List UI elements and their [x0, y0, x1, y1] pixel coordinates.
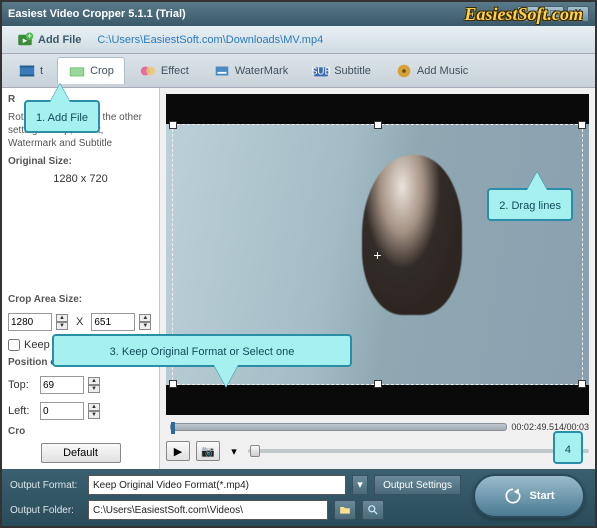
crop-top-input[interactable] — [40, 376, 84, 394]
callout-drag-lines: 2. Drag lines — [487, 188, 573, 221]
svg-text:+: + — [27, 31, 32, 40]
crosshair-icon: + — [372, 249, 384, 261]
timeline-bar[interactable] — [170, 423, 507, 431]
callout-add-file: 1. Add File — [24, 100, 100, 133]
cro-truncated: Cro — [8, 426, 153, 437]
left-label: Left: — [8, 405, 36, 417]
refresh-icon — [503, 486, 523, 506]
top-label: Top: — [8, 379, 36, 391]
output-folder-label: Output Folder: — [10, 505, 82, 516]
crop-icon — [68, 62, 86, 80]
output-folder-input[interactable] — [88, 500, 328, 520]
timeline: 00:02:49.514/00:03 — [166, 419, 589, 435]
tab-bar: t Crop Effect WaterMark SUB Subtitle Add… — [2, 54, 595, 88]
open-folder-button[interactable] — [362, 500, 384, 520]
snapshot-button[interactable]: 📷 — [196, 441, 220, 461]
add-file-button[interactable]: + Add File — [10, 29, 87, 51]
app-window: Easiest Video Cropper 5.1.1 (Trial) — □ … — [0, 0, 597, 528]
player-controls: ▶ 📷 ▾ — [166, 439, 589, 463]
tab-label: Effect — [161, 65, 189, 77]
search-icon — [367, 504, 379, 516]
crop-left-input[interactable] — [40, 402, 84, 420]
slider-thumb[interactable] — [250, 445, 260, 457]
crop-handle-tr[interactable] — [578, 121, 586, 129]
callout-keep-format: 3. Keep Original Format or Select one — [52, 334, 352, 367]
timeline-pos[interactable] — [171, 422, 175, 434]
svg-text:SUB: SUB — [312, 66, 330, 77]
play-button[interactable]: ▶ — [166, 441, 190, 461]
watermark-text: EasiestSoft.com — [464, 4, 583, 25]
window-title: Easiest Video Cropper 5.1.1 (Trial) — [8, 8, 514, 20]
original-size-value: 1280 x 720 — [8, 173, 153, 288]
tab-add-music[interactable]: Add Music — [385, 58, 478, 84]
crop-width-input[interactable] — [8, 313, 52, 331]
tab-crop[interactable]: Crop — [57, 57, 125, 84]
watermark-icon — [213, 62, 231, 80]
main-content: R Rotation will reset all the other sett… — [2, 88, 595, 469]
file-path: C:\Users\EasiestSoft.com\Downloads\MV.mp… — [97, 34, 587, 46]
crop-area-size-label: Crop Area Size: — [8, 294, 153, 305]
tab-label: t — [40, 65, 43, 77]
default-button[interactable]: Default — [41, 443, 121, 463]
crop-handle-tl[interactable] — [169, 121, 177, 129]
tab-label: Crop — [90, 65, 114, 77]
tab-effect[interactable]: Effect — [129, 58, 199, 84]
crop-left-spinner[interactable]: ▲▼ — [88, 403, 100, 419]
crop-top-spinner[interactable]: ▲▼ — [88, 377, 100, 393]
add-file-icon: + — [16, 31, 34, 49]
x-separator: X — [72, 316, 87, 328]
right-pane: + 00:02:49.514/00:03 ▶ 📷 ▾ — [160, 88, 595, 469]
tab-truncated[interactable]: t — [8, 58, 53, 84]
output-settings-button[interactable]: Output Settings — [374, 475, 461, 495]
add-file-label: Add File — [38, 34, 81, 46]
tab-label: WaterMark — [235, 65, 288, 77]
original-size-label: Original Size: — [8, 156, 153, 167]
tab-label: Subtitle — [334, 65, 371, 77]
film-icon — [18, 62, 36, 80]
volume-slider[interactable] — [248, 449, 589, 453]
tab-watermark[interactable]: WaterMark — [203, 58, 298, 84]
music-icon — [395, 62, 413, 80]
tab-subtitle[interactable]: SUB Subtitle — [302, 58, 381, 84]
output-format-combo[interactable] — [88, 475, 346, 495]
crop-handle-bc[interactable] — [374, 380, 382, 388]
crop-handle-tc[interactable] — [374, 121, 382, 129]
output-format-dropdown[interactable]: ▾ — [352, 475, 368, 495]
crop-height-spinner[interactable]: ▲▼ — [139, 314, 151, 330]
crop-width-spinner[interactable]: ▲▼ — [56, 314, 68, 330]
keep-aspect-checkbox[interactable] — [8, 339, 20, 351]
crop-handle-bl[interactable] — [169, 380, 177, 388]
tab-label: Add Music — [417, 65, 468, 77]
callout-step4: 4 — [553, 431, 583, 464]
letterbox-bottom — [166, 385, 589, 415]
effect-icon — [139, 62, 157, 80]
start-button[interactable]: Start — [473, 474, 585, 518]
folder-icon — [339, 504, 351, 516]
crop-height-input[interactable] — [91, 313, 135, 331]
add-file-bar: + Add File C:\Users\EasiestSoft.com\Down… — [2, 26, 595, 54]
letterbox-top — [166, 94, 589, 124]
crop-handle-br[interactable] — [578, 380, 586, 388]
left-pane: R Rotation will reset all the other sett… — [2, 88, 160, 469]
snapshot-menu[interactable]: ▾ — [226, 445, 242, 458]
browse-folder-button[interactable] — [334, 500, 356, 520]
output-format-label: Output Format: — [10, 480, 82, 491]
start-label: Start — [529, 490, 554, 502]
subtitle-icon: SUB — [312, 62, 330, 80]
